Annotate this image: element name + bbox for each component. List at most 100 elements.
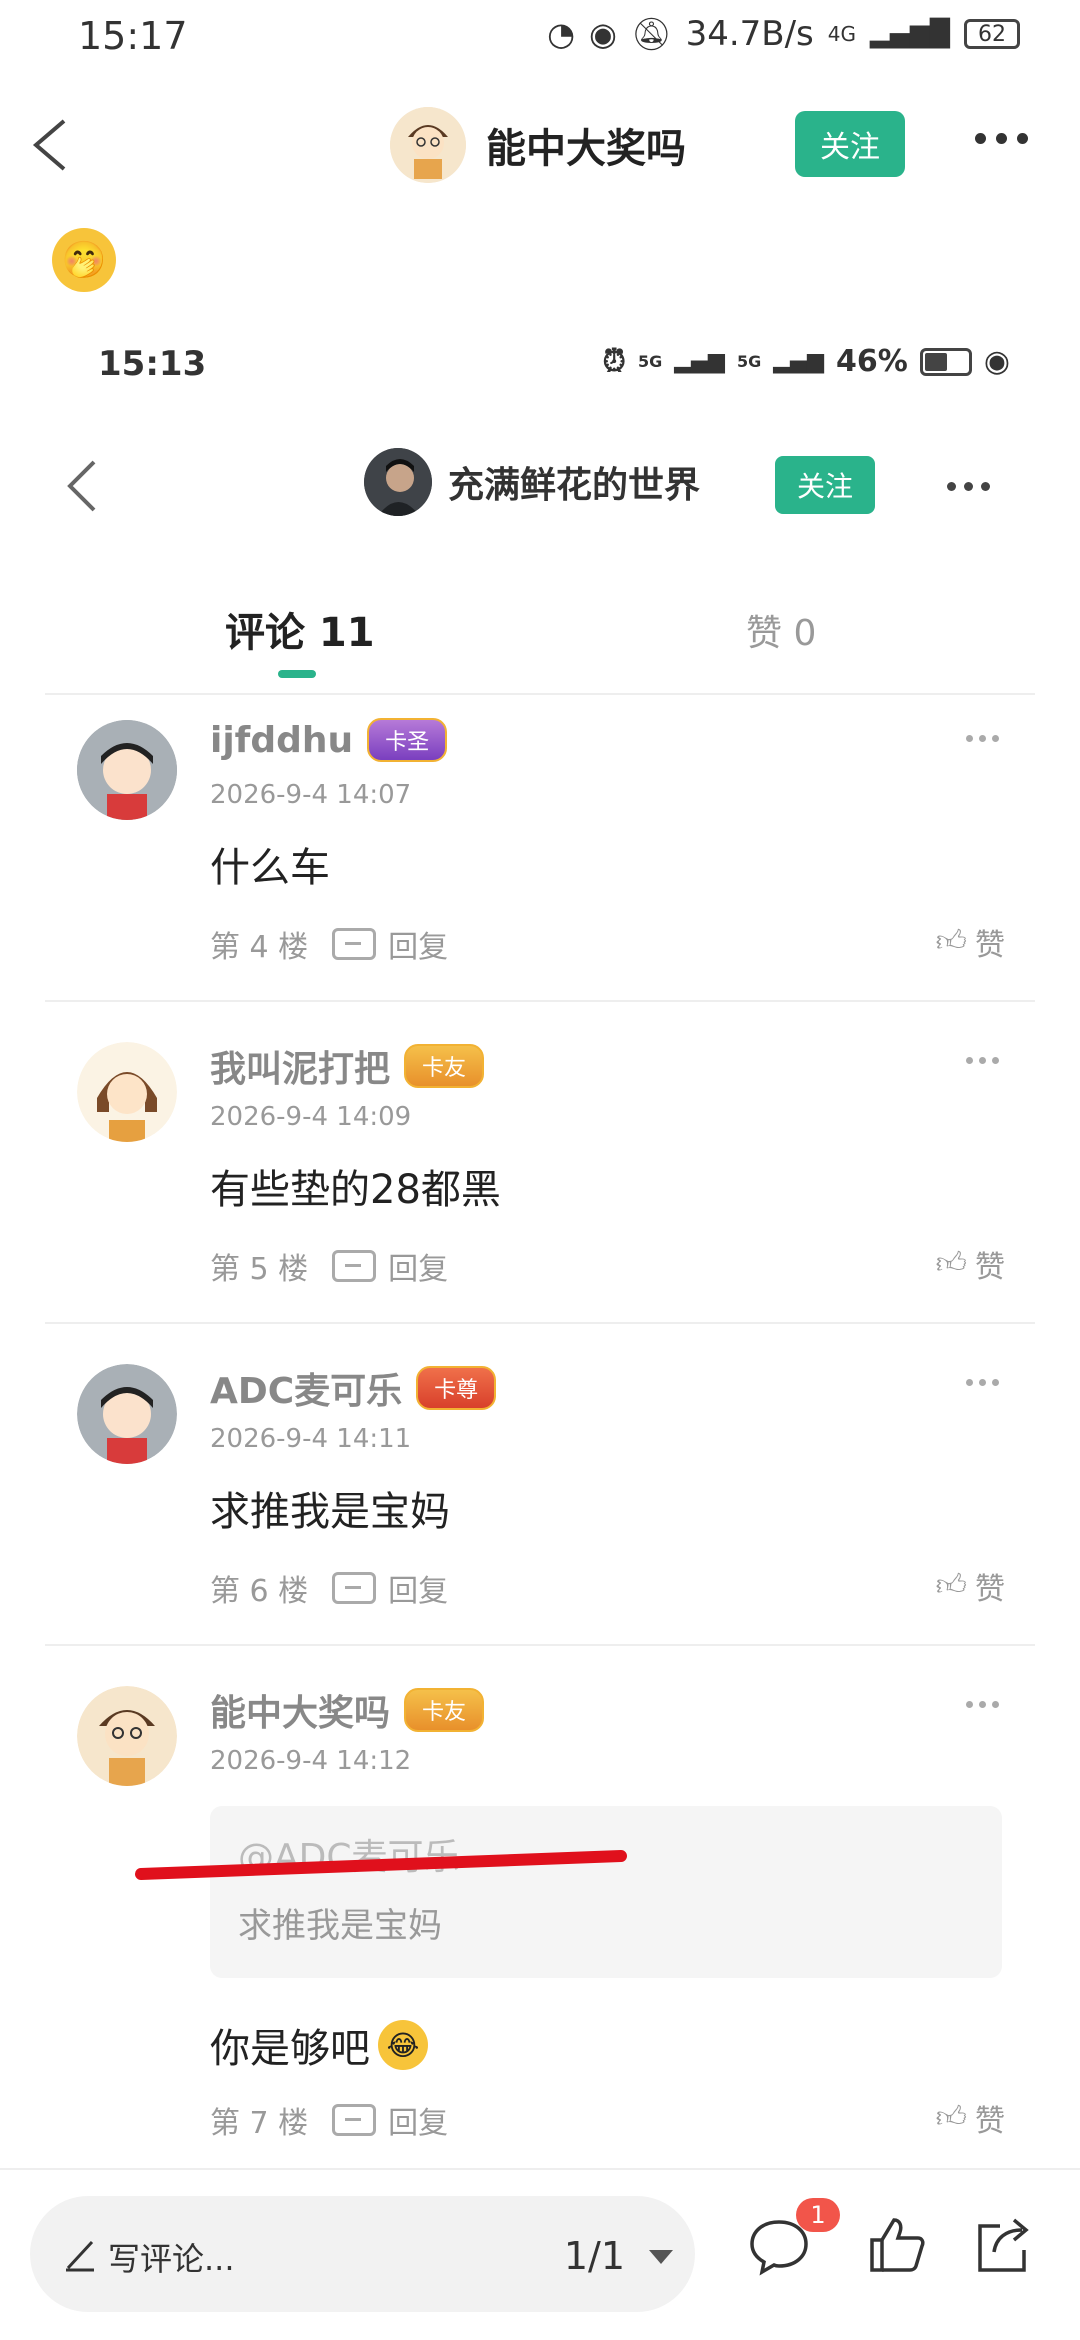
speed-gauge-icon: ◔ xyxy=(547,15,576,53)
thumbs-up-icon: 👍︎ xyxy=(935,924,967,959)
comment-time: 2026-9-4 14:09 xyxy=(210,1102,412,1132)
user-avatar[interactable] xyxy=(390,107,466,183)
eye-icon: ◉ xyxy=(589,15,617,53)
comment-item: 我叫泥打把 卡友 2026-9-4 14:09 有些垫的28都黑 第 5 楼 回… xyxy=(45,1002,1035,1324)
quoted-text: 求推我是宝妈 xyxy=(238,1906,442,1946)
embedded-follow-button: 关注 xyxy=(775,456,875,514)
tab-likes: 赞 0 xyxy=(746,613,817,654)
comment-time: 2026-9-4 14:12 xyxy=(210,1746,412,1776)
reply-label: 回复 xyxy=(388,2106,449,2141)
level-badge: 卡友 xyxy=(404,1688,485,1732)
reply-label: 回复 xyxy=(388,1574,449,1609)
like-button: 👍︎ 赞 xyxy=(936,1564,1005,1608)
reply-icon xyxy=(332,1572,377,1604)
comment-item: ADC麦可乐 卡尊 2026-9-4 14:11 求推我是宝妈 第 6 楼 回复… xyxy=(45,1324,1035,1646)
comment-item: ijfddhu 卡圣 2026-9-4 14:07 什么车 第 4 楼 回复 👍… xyxy=(45,680,1035,1002)
laughing-emoji-icon: 😂 xyxy=(378,2020,428,2070)
comment-more-icon xyxy=(966,1379,999,1386)
floor-number: 第 5 楼 xyxy=(210,1252,309,1287)
red-annotation-stroke xyxy=(135,1850,627,1880)
comment-footer: 第 7 楼 回复 xyxy=(210,2098,448,2142)
like-label: 赞 xyxy=(975,1572,1005,1607)
net-speed: 34.7B/s xyxy=(685,14,814,54)
thumbs-up-icon: 👍︎ xyxy=(935,2100,967,2135)
reply-icon xyxy=(332,2104,377,2136)
caret-down-icon[interactable] xyxy=(649,2250,673,2264)
battery-percent: 46% xyxy=(836,344,908,379)
commenter-name: ijfddhu xyxy=(210,719,354,761)
tab-comments: 评论 11 xyxy=(225,610,375,656)
quoted-comment: @ADC麦可乐 求推我是宝妈 xyxy=(210,1806,1002,1978)
commenter-name-row: 我叫泥打把 卡友 xyxy=(210,1040,485,1092)
comment-item: 能中大奖吗 卡友 2026-9-4 14:12 @ADC麦可乐 求推我是宝妈 你… xyxy=(45,1646,1035,2166)
status-time: 15:17 xyxy=(78,14,188,58)
signal-5g-1: 5G xyxy=(637,352,663,371)
bell-muted-icon: 🔕︎ xyxy=(630,15,672,53)
share-icon[interactable] xyxy=(970,2212,1036,2278)
embedded-nav-user: 充满鲜花的世界 xyxy=(364,448,700,516)
comment-more-icon xyxy=(966,1057,999,1064)
commenter-avatar xyxy=(77,1042,177,1142)
comment-placeholder: 写评论... xyxy=(108,2240,235,2278)
thumbs-up-icon: 👍︎ xyxy=(935,1246,967,1281)
thumbs-up-icon[interactable] xyxy=(864,2212,930,2278)
commenter-name-row: ijfddhu 卡圣 xyxy=(210,718,448,762)
comment-time: 2026-9-4 14:07 xyxy=(210,780,412,810)
comment-footer: 第 5 楼 回复 xyxy=(210,1244,448,1288)
comment-text: 你是够吧 xyxy=(210,2026,370,2072)
commenter-avatar xyxy=(77,1686,177,1786)
floor-number: 第 4 楼 xyxy=(210,930,309,965)
commenter-name: 我叫泥打把 xyxy=(210,1049,391,1090)
comment-footer: 第 4 楼 回复 xyxy=(210,922,448,966)
reply-label: 回复 xyxy=(388,930,449,965)
like-label: 赞 xyxy=(975,928,1005,963)
comment-tabs: 评论 11 赞 0 xyxy=(0,570,1080,695)
signal-bars-icon: ▂▄▆ xyxy=(674,349,725,374)
level-badge: 卡友 xyxy=(404,1044,485,1088)
status-icons: ◔ ◉ 🔕︎ 34.7B/s 4G ▂▄▆█ 62 xyxy=(547,14,1020,54)
page-counter[interactable]: 1/1 xyxy=(564,2234,625,2278)
signal-bars-icon: ▂▄▆ xyxy=(773,349,824,374)
reply-icon xyxy=(332,928,377,960)
comment-time: 2026-9-4 14:11 xyxy=(210,1424,412,1454)
embedded-nav: 充满鲜花的世界 关注 xyxy=(0,430,1080,550)
back-arrow-icon[interactable] xyxy=(26,115,76,175)
comment-count-badge: 1 xyxy=(796,2198,840,2232)
comment-text: 什么车 xyxy=(210,845,330,891)
signal-bars-icon: ▂▄▆█ xyxy=(870,19,950,49)
comment-more-icon xyxy=(966,1701,999,1708)
comment-text-row: 你是够吧 😂 xyxy=(210,2016,428,2074)
floor-number: 第 7 楼 xyxy=(210,2106,309,2141)
comment-text: 求推我是宝妈 xyxy=(210,1489,450,1535)
embedded-screenshot: 15:13 ⏰︎ 5G ▂▄▆ 5G ▂▄▆ 46% ◉ 充满鲜花的世界 关注 xyxy=(0,320,1080,2160)
signal-5g-2: 5G xyxy=(736,352,762,371)
embedded-status-time: 15:13 xyxy=(98,344,207,384)
level-badge: 卡尊 xyxy=(416,1366,497,1410)
follow-button[interactable]: 关注 xyxy=(795,111,905,177)
comment-more-icon xyxy=(966,735,999,742)
comment-text: 有些垫的28都黑 xyxy=(210,1167,501,1213)
commenter-name-row: ADC麦可乐 卡尊 xyxy=(210,1362,497,1414)
nav-user[interactable]: 能中大奖吗 xyxy=(390,107,686,183)
thumbs-up-icon: 👍︎ xyxy=(935,1568,967,1603)
more-options-icon xyxy=(947,482,990,491)
level-badge: 卡圣 xyxy=(367,718,448,762)
floor-number: 第 6 楼 xyxy=(210,1574,309,1609)
like-button: 👍︎ 赞 xyxy=(936,2096,1005,2140)
top-nav: 能中大奖吗 关注 xyxy=(0,85,1080,205)
commenter-avatar xyxy=(77,720,177,820)
tab-active-indicator xyxy=(278,670,316,678)
like-button: 👍︎ 赞 xyxy=(936,1242,1005,1286)
more-options-icon[interactable] xyxy=(975,133,1028,144)
battery-icon: 62 xyxy=(964,19,1020,49)
write-comment-input[interactable]: 写评论... 1/1 xyxy=(30,2196,695,2312)
like-label: 赞 xyxy=(975,1250,1005,1285)
bottom-bar: 写评论... 1/1 1 xyxy=(0,2170,1080,2340)
post-emoji: 🤭 xyxy=(52,228,116,292)
commenter-name: 能中大奖吗 xyxy=(210,1693,391,1734)
alarm-icon: ⏰︎ xyxy=(602,344,626,379)
like-label: 赞 xyxy=(975,2104,1005,2139)
circle-icon: ◉ xyxy=(983,344,1010,379)
comment-footer: 第 6 楼 回复 xyxy=(210,1566,448,1610)
embedded-status-icons: ⏰︎ 5G ▂▄▆ 5G ▂▄▆ 46% ◉ xyxy=(603,344,1010,379)
